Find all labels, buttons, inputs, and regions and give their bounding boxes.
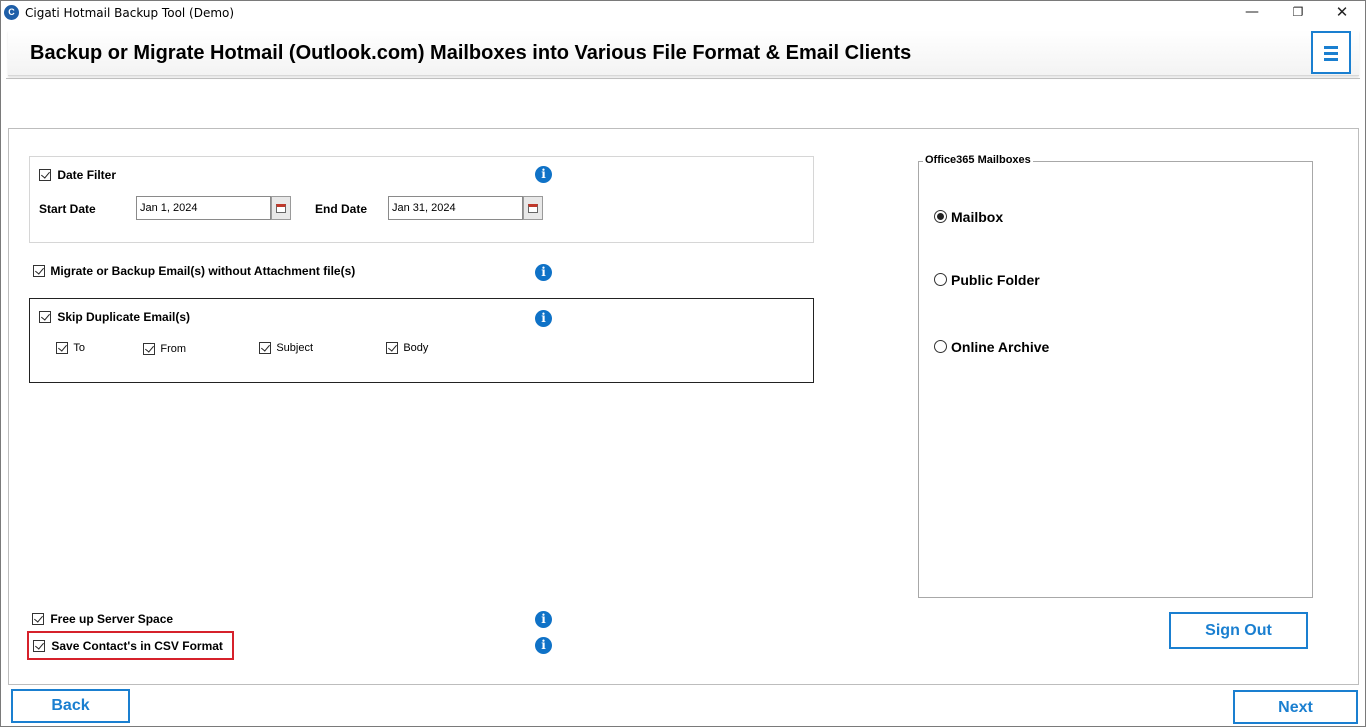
- end-date-input[interactable]: Jan 31, 2024: [388, 196, 523, 220]
- dup-to-checkbox[interactable]: [56, 341, 68, 354]
- dup-body-label: Body: [403, 341, 429, 354]
- info-icon[interactable]: i: [535, 611, 552, 628]
- title-bar: C Cigati Hotmail Backup Tool (Demo) — ❐ …: [1, 1, 1365, 25]
- dup-field-from[interactable]: From: [143, 341, 186, 355]
- dup-from-label: From: [160, 342, 187, 355]
- next-button[interactable]: Next: [1233, 690, 1358, 724]
- dup-field-to[interactable]: To: [56, 340, 85, 354]
- minimize-button[interactable]: —: [1229, 1, 1275, 25]
- office365-mailboxes-group: [918, 161, 1313, 598]
- app-logo-icon: C: [4, 5, 19, 20]
- online-archive-radio-label[interactable]: Online Archive: [951, 339, 1049, 355]
- free-up-space-label: Free up Server Space: [50, 611, 174, 626]
- date-filter-label: Date Filter: [57, 167, 117, 182]
- app-window: C Cigati Hotmail Backup Tool (Demo) — ❐ …: [0, 0, 1366, 727]
- free-up-space-row[interactable]: Free up Server Space: [32, 611, 173, 626]
- close-button[interactable]: ✕: [1319, 1, 1365, 25]
- save-contacts-csv-checkbox[interactable]: [33, 639, 45, 652]
- start-date-label: Start Date: [39, 202, 96, 216]
- without-attachment-row[interactable]: Migrate or Backup Email(s) without Attac…: [33, 263, 355, 278]
- skip-duplicate-row[interactable]: Skip Duplicate Email(s): [39, 309, 190, 324]
- office365-mailboxes-legend: Office365 Mailboxes: [923, 154, 1033, 166]
- calendar-icon: [276, 204, 286, 213]
- hamburger-menu-button[interactable]: [1311, 31, 1351, 74]
- hamburger-menu-icon-bar: [1324, 58, 1338, 61]
- date-filter-checkbox-row[interactable]: Date Filter: [39, 167, 116, 182]
- header-divider: [6, 78, 1360, 79]
- dup-field-body[interactable]: Body: [386, 340, 428, 354]
- mailbox-radio[interactable]: [934, 210, 947, 223]
- calendar-icon: [528, 204, 538, 213]
- dup-from-checkbox[interactable]: [143, 342, 155, 355]
- sign-out-button[interactable]: Sign Out: [1169, 612, 1308, 649]
- without-attachment-label: Migrate or Backup Email(s) without Attac…: [50, 263, 356, 278]
- save-contacts-csv-row[interactable]: Save Contact's in CSV Format: [33, 638, 223, 653]
- skip-duplicate-label: Skip Duplicate Email(s): [57, 309, 191, 324]
- public-folder-radio[interactable]: [934, 273, 947, 286]
- end-date-label: End Date: [315, 202, 368, 216]
- free-up-space-checkbox[interactable]: [32, 612, 44, 625]
- window-title: Cigati Hotmail Backup Tool (Demo): [25, 6, 235, 20]
- info-icon[interactable]: i: [535, 637, 552, 654]
- dup-field-subject[interactable]: Subject: [259, 340, 313, 354]
- mailbox-radio-label[interactable]: Mailbox: [951, 209, 1003, 225]
- start-date-input[interactable]: Jan 1, 2024: [136, 196, 271, 220]
- without-attachment-checkbox[interactable]: [33, 264, 45, 277]
- date-filter-checkbox[interactable]: [39, 168, 51, 181]
- maximize-button[interactable]: ❐: [1275, 1, 1321, 25]
- public-folder-radio-label[interactable]: Public Folder: [951, 272, 1040, 288]
- save-contacts-csv-label: Save Contact's in CSV Format: [51, 638, 223, 653]
- dup-to-label: To: [73, 341, 85, 354]
- start-date-calendar-button[interactable]: [271, 196, 291, 220]
- hamburger-menu-icon-bar: [1324, 52, 1338, 55]
- info-icon[interactable]: i: [535, 310, 552, 327]
- skip-duplicate-checkbox[interactable]: [39, 310, 51, 323]
- dup-subject-checkbox[interactable]: [259, 341, 271, 354]
- dup-subject-label: Subject: [276, 341, 314, 354]
- dup-body-checkbox[interactable]: [386, 341, 398, 354]
- info-icon[interactable]: i: [535, 166, 552, 183]
- online-archive-radio[interactable]: [934, 340, 947, 353]
- page-header: Backup or Migrate Hotmail (Outlook.com) …: [8, 30, 1359, 76]
- hamburger-menu-icon: [1324, 46, 1338, 49]
- end-date-calendar-button[interactable]: [523, 196, 543, 220]
- back-button[interactable]: Back: [11, 689, 130, 723]
- page-title: Backup or Migrate Hotmail (Outlook.com) …: [30, 42, 912, 64]
- info-icon[interactable]: i: [535, 264, 552, 281]
